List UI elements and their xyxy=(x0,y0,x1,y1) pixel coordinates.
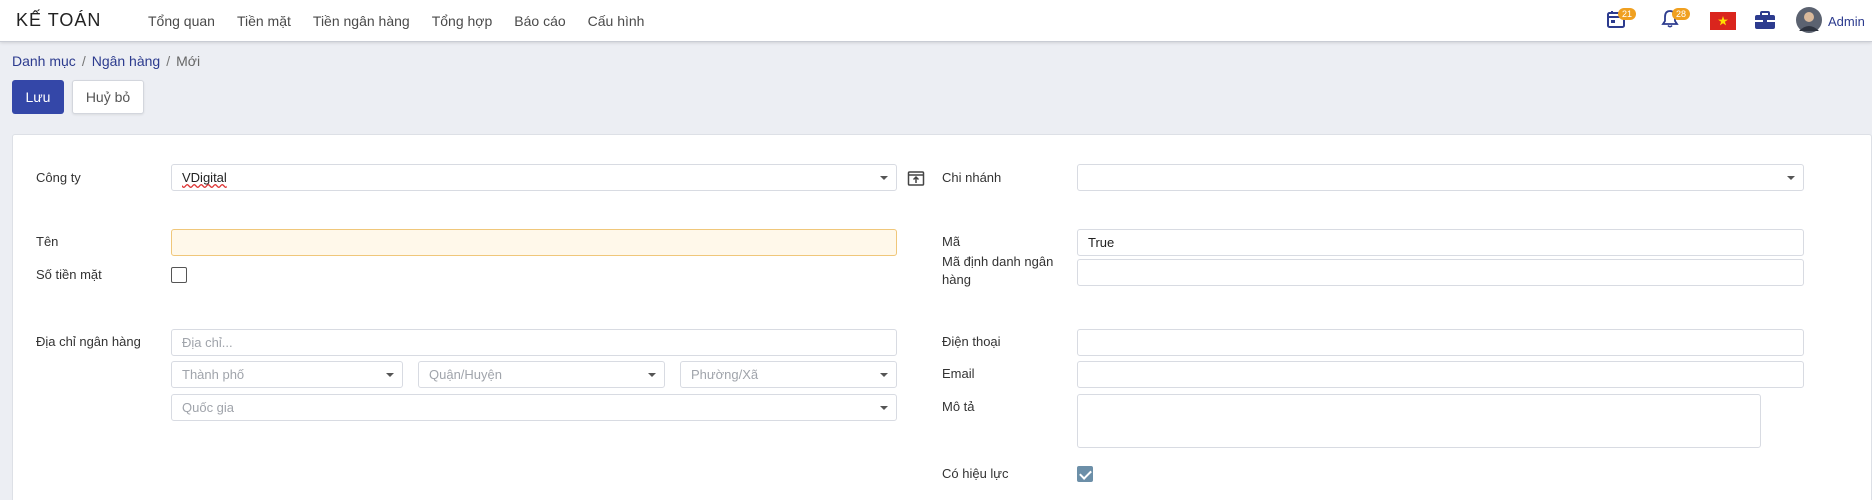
name-field[interactable] xyxy=(171,229,897,256)
bank-address-label: Địa chỉ ngân hàng xyxy=(36,334,141,349)
menu-item-cash[interactable]: Tiền mặt xyxy=(237,13,291,29)
chevron-down-icon xyxy=(880,176,888,180)
ward-select[interactable]: Phường/Xã xyxy=(680,361,897,388)
active-label: Có hiệu lực xyxy=(942,466,1009,481)
email-field[interactable] xyxy=(1077,361,1804,388)
chevron-down-icon xyxy=(1787,176,1795,180)
country-select[interactable]: Quốc gia xyxy=(171,394,897,421)
cancel-button[interactable]: Huỷ bỏ xyxy=(72,80,144,114)
breadcrumb: Danh mục / Ngân hàng / Mới xyxy=(12,53,200,69)
active-checkbox[interactable] xyxy=(1077,466,1093,482)
phone-label: Điện thoại xyxy=(942,334,1001,349)
description-textarea[interactable] xyxy=(1077,394,1761,448)
company-select[interactable]: VDigital xyxy=(171,164,897,191)
city-placeholder: Thành phố xyxy=(182,367,245,382)
cash-book-checkbox[interactable] xyxy=(171,267,187,283)
code-field[interactable]: True xyxy=(1077,229,1804,256)
notification-badge: 28 xyxy=(1672,8,1691,20)
branch-select[interactable] xyxy=(1077,164,1804,191)
form-sheet: Công ty VDigital Tên Số tiền mặt Địa chỉ… xyxy=(12,134,1872,500)
menu-item-reports[interactable]: Báo cáo xyxy=(514,13,565,29)
menu-item-general[interactable]: Tổng hợp xyxy=(432,13,493,29)
chevron-down-icon xyxy=(880,373,888,377)
address-input[interactable]: Địa chỉ... xyxy=(171,329,897,356)
breadcrumb-separator: / xyxy=(166,53,171,69)
calendar-icon[interactable]: 21 xyxy=(1606,8,1637,32)
menu-item-bank[interactable]: Tiền ngân hàng xyxy=(313,13,410,29)
company-value: VDigital xyxy=(182,170,227,185)
company-label: Công ty xyxy=(36,170,81,185)
chevron-down-icon xyxy=(880,406,888,410)
city-select[interactable]: Thành phố xyxy=(171,361,403,388)
branch-label: Chi nhánh xyxy=(942,170,1002,185)
bank-identifier-label: Mã định danh ngân hàng xyxy=(942,254,1054,287)
name-label: Tên xyxy=(36,234,59,249)
district-select[interactable]: Quận/Huyện xyxy=(418,361,665,388)
breadcrumb-catalog[interactable]: Danh mục xyxy=(12,53,76,69)
phone-field[interactable] xyxy=(1077,329,1804,356)
briefcase-icon[interactable] xyxy=(1754,10,1776,33)
main-menu: Tổng quan Tiền mặt Tiền ngân hàng Tổng h… xyxy=(148,0,666,42)
breadcrumb-current: Mới xyxy=(176,53,201,69)
vietnam-flag-icon[interactable] xyxy=(1710,12,1736,33)
bank-identifier-field[interactable] xyxy=(1077,259,1804,286)
email-label: Email xyxy=(942,366,975,381)
chevron-down-icon xyxy=(386,373,394,377)
bell-icon[interactable]: 28 xyxy=(1660,8,1691,32)
code-label: Mã xyxy=(942,234,961,249)
description-label: Mô tả xyxy=(942,399,975,414)
avatar[interactable] xyxy=(1796,7,1822,36)
open-record-icon[interactable] xyxy=(907,169,925,190)
cash-book-label: Số tiền mặt xyxy=(36,267,102,282)
user-name[interactable]: Admin xyxy=(1828,14,1865,29)
calendar-badge: 21 xyxy=(1618,8,1637,20)
menu-item-config[interactable]: Cấu hình xyxy=(588,13,645,29)
app-title[interactable]: KẾ TOÁN xyxy=(16,10,101,31)
district-placeholder: Quận/Huyện xyxy=(429,367,502,382)
breadcrumb-banks[interactable]: Ngân hàng xyxy=(92,53,161,69)
country-placeholder: Quốc gia xyxy=(182,400,235,415)
menu-item-overview[interactable]: Tổng quan xyxy=(148,13,215,29)
top-navbar: KẾ TOÁN Tổng quan Tiền mặt Tiền ngân hàn… xyxy=(0,0,1872,42)
save-button[interactable]: Lưu xyxy=(12,80,64,114)
breadcrumb-separator: / xyxy=(81,53,86,69)
chevron-down-icon xyxy=(648,373,656,377)
ward-placeholder: Phường/Xã xyxy=(691,367,759,382)
systray: 21 28 Admin xyxy=(1607,0,1872,42)
